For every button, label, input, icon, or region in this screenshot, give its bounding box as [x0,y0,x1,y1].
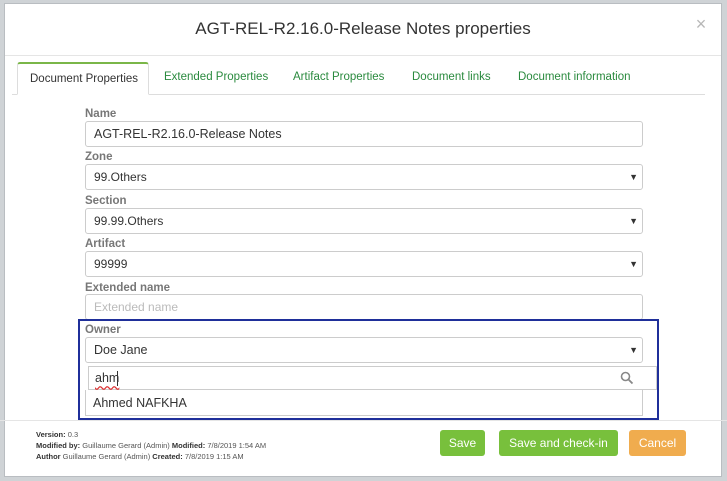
cancel-button[interactable]: Cancel [629,430,686,456]
zone-value: 99.Others [94,170,147,184]
zone-select[interactable]: 99.Others ▼ [85,164,643,190]
caret-down-icon: ▼ [629,345,638,355]
version-value: 0.3 [67,430,79,439]
section-value: 99.99.Others [94,214,164,228]
save-and-check-in-button[interactable]: Save and check-in [499,430,618,456]
owner-select[interactable]: Doe Jane ▼ [85,337,643,363]
owner-search-text: ahm [95,371,120,385]
version-line: Version: 0.3 [36,430,78,439]
artifact-select[interactable]: 99999 ▼ [85,251,643,277]
tab-document-information[interactable]: Document information [506,62,643,93]
owner-search-input[interactable]: ahm [88,366,657,390]
caret-down-icon: ▼ [629,259,638,269]
owner-option[interactable]: Ahmed NAFKHA [85,390,643,416]
created-value: 7/8/2019 1:15 AM [184,452,244,461]
created-label: Created: [152,452,183,461]
close-icon[interactable]: × [693,15,709,33]
tab-artifact-properties[interactable]: Artifact Properties [281,62,396,93]
modified-line: Modified by: Guillaume Gerard (Admin) Mo… [36,441,266,450]
owner-value: Doe Jane [94,343,148,357]
zone-label: Zone [85,151,113,163]
name-label: Name [85,108,117,120]
dialog-header: AGT-REL-R2.16.0-Release Notes properties… [5,4,721,56]
artifact-label: Artifact [85,238,126,250]
modified-by-value: Guillaume Gerard (Admin) [82,441,170,450]
tab-document-links[interactable]: Document links [400,62,503,93]
section-label: Section [85,195,127,207]
name-input[interactable]: AGT-REL-R2.16.0-Release Notes [85,121,643,147]
author-label: Author [36,452,61,461]
version-label: Version: [36,430,66,439]
dialog-title: AGT-REL-R2.16.0-Release Notes properties [195,19,531,38]
extended-name-label: Extended name [85,282,170,294]
search-icon [620,371,634,385]
tab-bar: Document Properties Extended Properties … [12,62,705,95]
owner-label: Owner [85,324,121,336]
modified-by-label: Modified by: [36,441,81,450]
tab-extended-properties[interactable]: Extended Properties [152,62,280,93]
text-cursor [117,371,118,386]
author-value: Guillaume Gerard (Admin) [62,452,151,461]
artifact-value: 99999 [94,257,128,271]
caret-down-icon: ▼ [629,216,638,226]
footer-divider [0,420,727,421]
caret-down-icon: ▼ [629,172,638,182]
extended-name-input[interactable]: Extended name [85,294,643,320]
tab-document-properties[interactable]: Document Properties [17,62,149,95]
modified-label: Modified: [171,441,206,450]
section-select[interactable]: 99.99.Others ▼ [85,208,643,234]
save-button[interactable]: Save [440,430,485,456]
author-line: Author Guillaume Gerard (Admin) Created:… [36,452,244,461]
modified-value: 7/8/2019 1:54 AM [207,441,267,450]
